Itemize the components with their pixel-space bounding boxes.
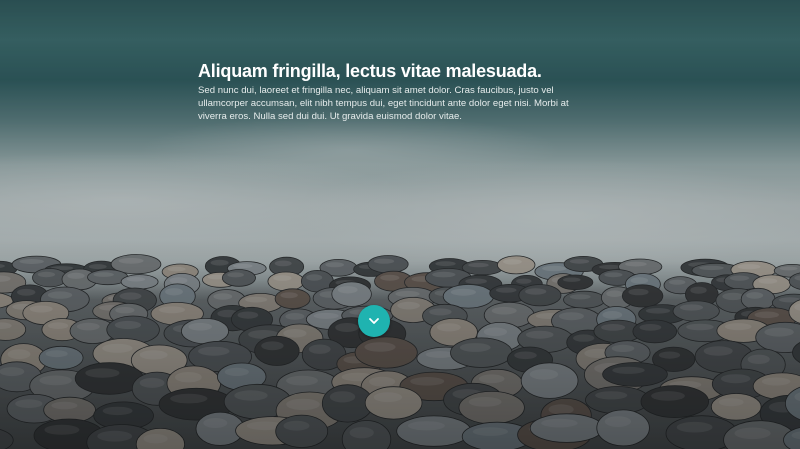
hero-text-block: Aliquam fringilla, lectus vitae malesuad… (198, 60, 588, 123)
chevron-down-icon (369, 318, 379, 324)
hero-body-text: Sed nunc dui, laoreet et fringilla nec, … (198, 85, 569, 122)
hero-headline: Aliquam fringilla, lectus vitae malesuad… (198, 61, 542, 81)
scroll-down-button[interactable] (358, 305, 390, 337)
hero-section: Aliquam fringilla, lectus vitae malesuad… (0, 0, 800, 449)
